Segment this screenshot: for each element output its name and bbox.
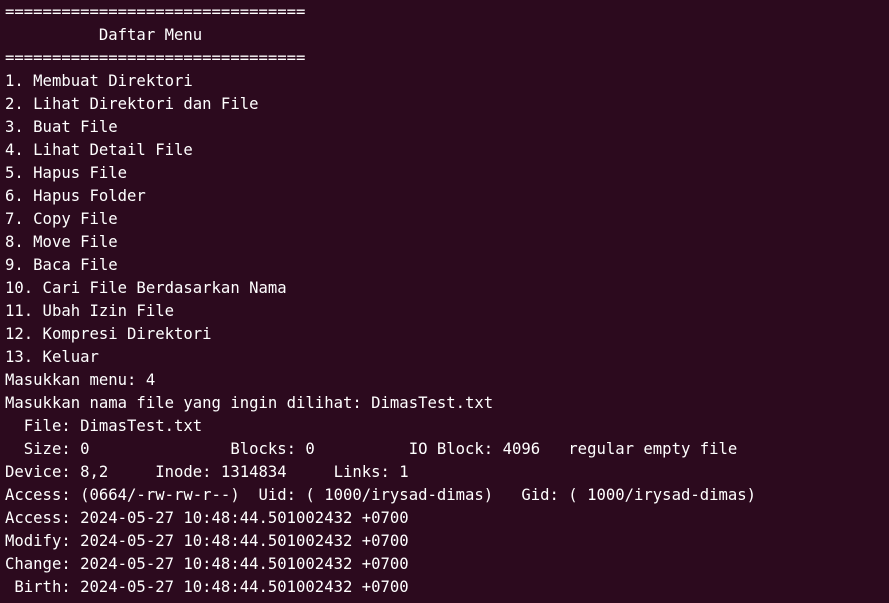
menu-item-10: 10. Cari File Berdasarkan Nama — [5, 279, 287, 297]
menu-item-7: 7. Copy File — [5, 210, 118, 228]
menu-separator-bottom: ================================ — [5, 49, 306, 67]
menu-item-2: 2. Lihat Direktori dan File — [5, 95, 259, 113]
menu-item-1: 1. Membuat Direktori — [5, 72, 193, 90]
stat-permissions-line: Access: (0664/-rw-rw-r--) Uid: ( 1000/ir… — [5, 486, 757, 504]
menu-item-6: 6. Hapus Folder — [5, 187, 146, 205]
menu-item-12: 12. Kompresi Direktori — [5, 325, 212, 343]
menu-item-13: 13. Keluar — [5, 348, 99, 366]
menu-separator-top: ================================ — [5, 3, 306, 21]
menu-item-3: 3. Buat File — [5, 118, 118, 136]
menu-item-11: 11. Ubah Izin File — [5, 302, 174, 320]
menu-input-prompt: Masukkan menu: 4 — [5, 371, 156, 389]
menu-title: Daftar Menu — [5, 26, 203, 44]
stat-size-line: Size: 0 Blocks: 0 IO Block: 4096 regular… — [5, 440, 738, 458]
menu-item-4: 4. Lihat Detail File — [5, 141, 193, 159]
stat-access-time-line: Access: 2024-05-27 10:48:44.501002432 +0… — [5, 509, 409, 527]
terminal-output[interactable]: ================================ Daftar … — [5, 1, 889, 603]
stat-birth-time-line: Birth: 2024-05-27 10:48:44.501002432 +07… — [5, 578, 409, 596]
menu-item-9: 9. Baca File — [5, 256, 118, 274]
stat-change-time-line: Change: 2024-05-27 10:48:44.501002432 +0… — [5, 555, 409, 573]
menu-item-5: 5. Hapus File — [5, 164, 128, 182]
stat-modify-time-line: Modify: 2024-05-27 10:48:44.501002432 +0… — [5, 532, 409, 550]
filename-input-prompt: Masukkan nama file yang ingin dilihat: D… — [5, 394, 494, 412]
menu-item-8: 8. Move File — [5, 233, 118, 251]
stat-file-line: File: DimasTest.txt — [5, 417, 203, 435]
stat-device-line: Device: 8,2 Inode: 1314834 Links: 1 — [5, 463, 409, 481]
